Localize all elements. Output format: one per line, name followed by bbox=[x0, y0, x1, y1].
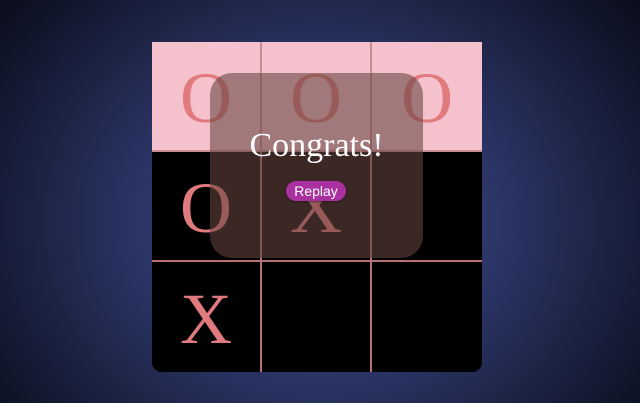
board-cell-8[interactable] bbox=[262, 262, 372, 372]
cell-mark: X bbox=[180, 279, 232, 359]
replay-button[interactable]: Replay bbox=[286, 181, 346, 201]
game-over-overlay: Congrats! Replay bbox=[210, 73, 423, 258]
board-cell-9[interactable] bbox=[372, 262, 482, 372]
congrats-message: Congrats! bbox=[249, 127, 384, 164]
board-cell-7[interactable]: X bbox=[152, 262, 262, 372]
